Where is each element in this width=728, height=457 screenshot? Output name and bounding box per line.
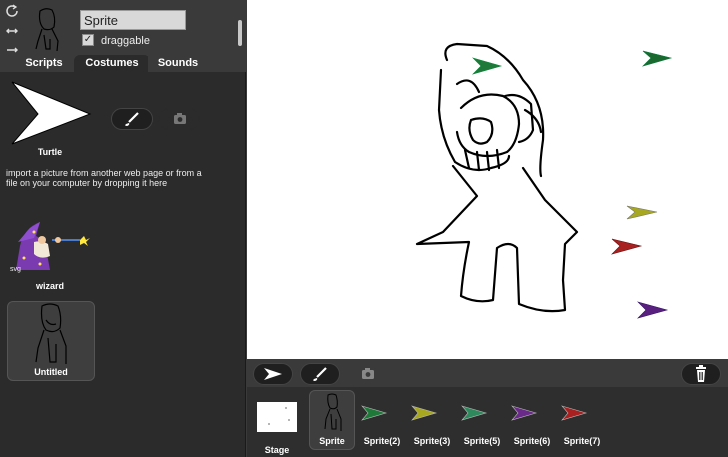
turtle-costume-label: Turtle	[37, 147, 63, 157]
trash-button[interactable]	[681, 363, 721, 385]
untitled-costume[interactable]: Untitled	[7, 301, 95, 381]
flip-icon[interactable]	[5, 24, 19, 38]
sprite-2-icon[interactable]	[360, 403, 388, 423]
sprite-arrow-4	[610, 238, 643, 255]
sprite-2-label: Sprite(2)	[363, 436, 401, 446]
paintbrush-icon	[313, 367, 327, 381]
sprite-label: Sprite	[319, 436, 345, 446]
untitled-costume-label: Untitled	[34, 367, 68, 377]
sprite-arrow-1	[471, 57, 503, 75]
draggable-checkbox[interactable]: ✓	[82, 34, 94, 46]
tab-costumes[interactable]: Costumes	[74, 55, 150, 72]
sprite-thumbnail-image	[324, 393, 342, 431]
wizard-costume[interactable]: svg	[10, 218, 94, 274]
sprite-arrow-2	[641, 50, 673, 67]
paintbrush-icon	[125, 112, 139, 126]
sprite-7-icon[interactable]	[560, 403, 588, 423]
header-scrollbar[interactable]	[238, 20, 242, 46]
turtle-costume[interactable]	[8, 80, 92, 148]
sprite-3-icon[interactable]	[410, 403, 438, 423]
sprite-name-input[interactable]	[80, 10, 186, 30]
sprite-5-label: Sprite(5)	[463, 436, 501, 446]
trash-icon	[696, 365, 706, 382]
wizard-image	[16, 222, 90, 270]
sprite-arrow-3	[626, 205, 658, 220]
stage-canvas	[415, 42, 673, 319]
turtle-icon	[264, 368, 282, 380]
sprite-icon-selected[interactable]: Sprite	[309, 390, 355, 450]
camera-icon	[174, 113, 186, 124]
sprite-3-label: Sprite(3)	[413, 436, 451, 446]
stage[interactable]	[247, 0, 728, 359]
sprite-arrow-5	[636, 301, 669, 319]
hand-drawn-figure	[415, 42, 579, 313]
untitled-costume-image	[35, 303, 67, 364]
svg-badge: svg	[10, 266, 21, 273]
camera-icon	[362, 368, 374, 379]
tab-scripts[interactable]: Scripts	[8, 55, 80, 72]
stage-label: Stage	[264, 445, 290, 455]
add-turtle-sprite-button[interactable]	[253, 363, 293, 385]
sprite-7-label: Sprite(7)	[563, 436, 601, 446]
paint-new-costume-button[interactable]	[111, 108, 153, 130]
wizard-costume-label: wizard	[35, 281, 64, 291]
camera-sprite-button[interactable]	[347, 363, 387, 385]
draggable-label: draggable	[101, 35, 150, 47]
import-hint: import a picture from another web page o…	[6, 168, 202, 188]
tab-sounds[interactable]: Sounds	[148, 55, 208, 72]
turtle-icon	[11, 81, 92, 145]
paint-new-sprite-button[interactable]	[300, 363, 340, 385]
sprite-5-icon[interactable]	[460, 403, 488, 423]
sprite-6-icon[interactable]	[510, 403, 538, 423]
rotate-icon[interactable]	[5, 4, 19, 18]
sprite-thumbnail	[30, 5, 64, 53]
camera-costume-button[interactable]	[158, 108, 200, 130]
sprite-6-label: Sprite(6)	[513, 436, 551, 446]
stage-thumbnail[interactable]	[257, 402, 297, 432]
